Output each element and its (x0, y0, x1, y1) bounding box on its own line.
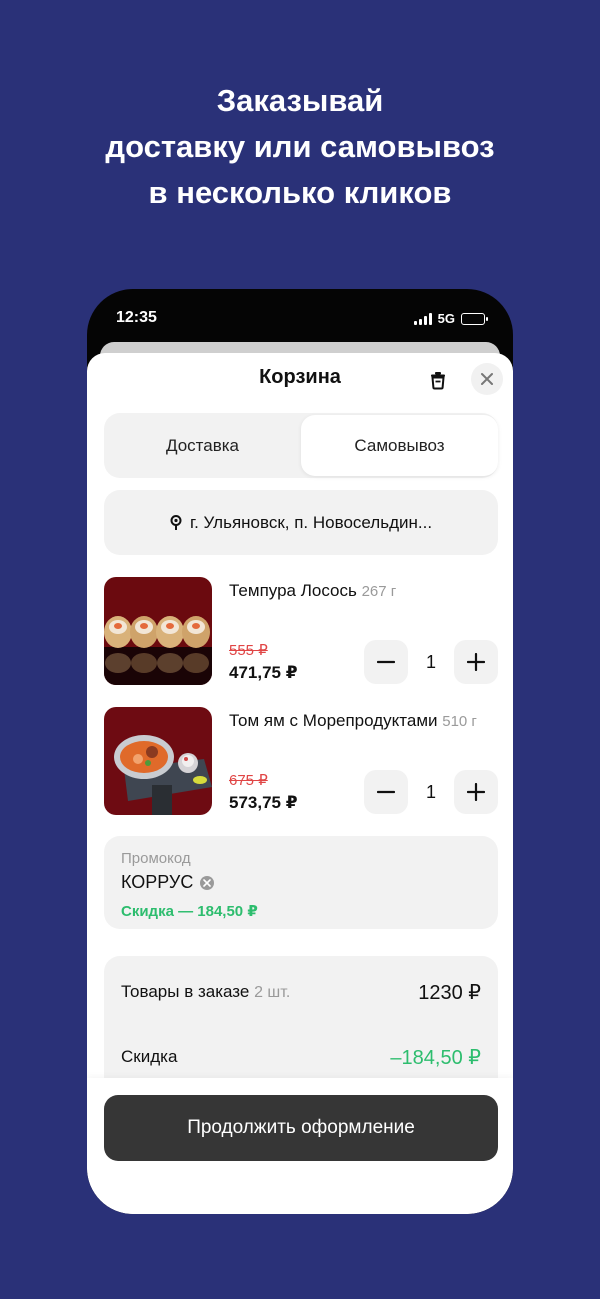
status-time: 12:35 (116, 309, 157, 326)
item-weight: 267 г (361, 583, 397, 600)
promo-value: КОРРУС (121, 872, 215, 893)
summary-items-row: Товары в заказе 2 шт. 1230 ₽ (121, 977, 481, 1007)
tab-pickup[interactable]: Самовывоз (301, 415, 498, 476)
cart-sheet: Корзина Доставка Самовывоз г. Ульяновск,… (87, 353, 513, 1214)
signal-icon (413, 312, 432, 325)
clear-icon (203, 878, 212, 887)
clear-cart-button[interactable] (427, 369, 449, 391)
promo-code-text: КОРРУС (121, 872, 194, 892)
tab-delivery[interactable]: Доставка (104, 413, 301, 478)
discount-label: Скидка (121, 1047, 178, 1066)
delivery-mode-switch: Доставка Самовывоз (104, 413, 498, 478)
item-title: Том ям с Морепродуктами (229, 711, 438, 730)
summary-discount-row: Скидка –184,50 ₽ (121, 1042, 481, 1072)
discount-value: –184,50 ₽ (390, 1046, 481, 1069)
item-price: 471,75 ₽ (229, 663, 298, 682)
promo-label: Промокод (121, 850, 191, 867)
promo-discount: Скидка — 184,50 ₽ (121, 903, 258, 920)
battery-icon (461, 312, 488, 325)
clear-promo-button[interactable] (200, 875, 215, 890)
items-label-text: Товары в заказе (121, 982, 250, 1001)
increase-qty-button[interactable] (454, 770, 498, 814)
item-weight: 510 г (442, 713, 477, 730)
cart-item: Темпура Лосось 267 г 555 ₽ 471,75 ₽ 1 (104, 577, 498, 685)
headline-line-3: в несколько кликов (148, 175, 452, 210)
item-old-price: 555 ₽ (229, 642, 268, 659)
close-icon (481, 373, 493, 385)
plus-icon (467, 653, 485, 671)
items-total: 1230 ₽ (418, 981, 481, 1004)
items-count: 2 шт. (254, 984, 291, 1001)
item-image-tom-yam (104, 707, 212, 815)
cart-item: Том ям с Морепродуктами 510 г 675 ₽ 573,… (104, 707, 498, 815)
item-quantity: 1 (425, 781, 436, 802)
headline-line-2: доставку или самовывоз (105, 129, 495, 164)
minus-icon (377, 790, 395, 794)
page-title: Корзина (259, 366, 341, 388)
location-pin-icon (170, 514, 182, 530)
plus-icon (467, 783, 485, 801)
minus-icon (377, 660, 395, 664)
address-text: г. Ульяновск, п. Новосельдин... (189, 512, 433, 532)
item-name: Том ям с Морепродуктами 510 г (229, 711, 477, 731)
promo-headline: Заказывай доставку или самовывоз в неско… (0, 78, 600, 216)
decrease-qty-button[interactable] (364, 770, 408, 814)
bottom-bar: Продолжить оформление (87, 1078, 513, 1214)
close-button[interactable] (471, 363, 503, 395)
continue-checkout-button[interactable]: Продолжить оформление (104, 1095, 498, 1161)
item-old-price: 675 ₽ (229, 772, 268, 789)
address-selector[interactable]: г. Ульяновск, п. Новосельдин... (104, 490, 498, 555)
decrease-qty-button[interactable] (364, 640, 408, 684)
status-bar: 12:35 5G (87, 289, 513, 349)
items-label: Товары в заказе 2 шт. (121, 982, 290, 1002)
headline-line-1: Заказывай (216, 83, 384, 118)
item-name: Темпура Лосось 267 г (229, 581, 396, 601)
item-image-tempura (104, 577, 212, 685)
item-price: 573,75 ₽ (229, 793, 298, 812)
increase-qty-button[interactable] (454, 640, 498, 684)
promo-code-field[interactable]: Промокод КОРРУС Скидка — 184,50 ₽ (104, 836, 498, 929)
item-title: Темпура Лосось (229, 581, 357, 600)
item-quantity: 1 (425, 651, 436, 672)
network-type: 5G (437, 311, 455, 326)
trash-icon (431, 372, 445, 390)
phone-frame: 12:35 5G Корзина Доставка Самовывоз г. У… (87, 289, 513, 1214)
